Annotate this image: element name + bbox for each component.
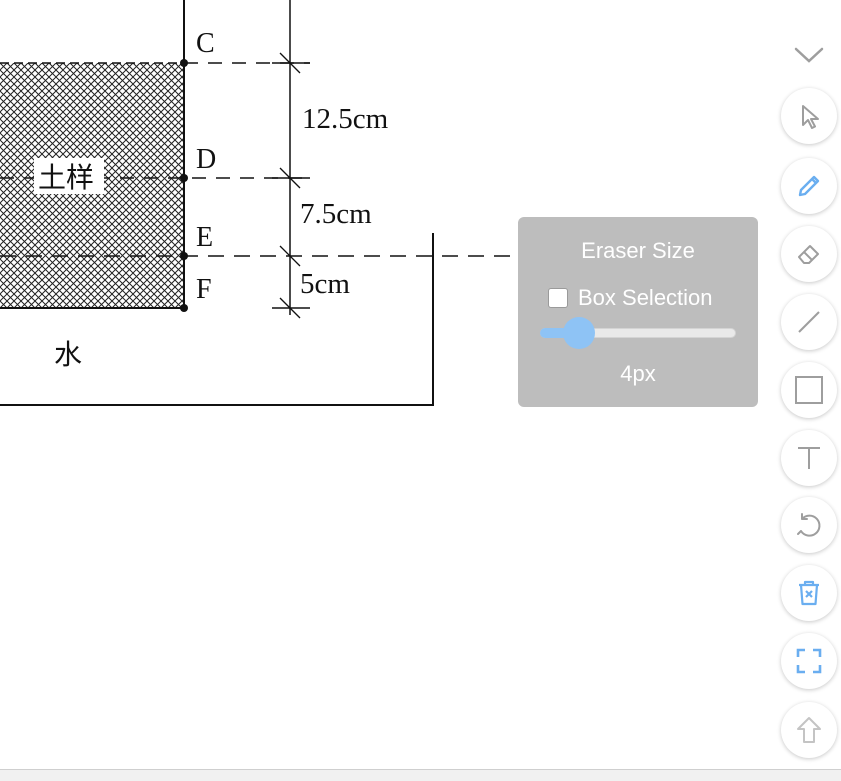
- dimension-de: 7.5cm: [300, 198, 372, 230]
- bottom-scrollbar[interactable]: [0, 769, 841, 781]
- arrow-up-icon: [797, 717, 821, 743]
- text-icon: [798, 447, 820, 469]
- select-tool-button[interactable]: [781, 88, 837, 144]
- line-icon: [798, 311, 820, 333]
- rotate-icon: [797, 513, 821, 537]
- slider-thumb[interactable]: [563, 317, 596, 349]
- eraser-tool-button[interactable]: [781, 226, 837, 282]
- upload-tool-button[interactable]: [781, 702, 837, 758]
- drawing-toolbar: [781, 0, 837, 770]
- point-label-e: E: [196, 222, 213, 253]
- eraser-size-panel: Eraser Size Box Selection 4px: [518, 217, 758, 407]
- rectangle-icon: [795, 376, 823, 404]
- water-label: 水: [54, 338, 82, 371]
- box-selection-checkbox[interactable]: [548, 288, 568, 308]
- dimension-ef: 5cm: [300, 268, 350, 300]
- eraser-size-slider[interactable]: [540, 317, 736, 349]
- text-tool-button[interactable]: [781, 430, 837, 486]
- box-selection-option[interactable]: Box Selection: [548, 285, 713, 310]
- eraser-size-title: Eraser Size: [581, 238, 695, 263]
- clear-tool-button[interactable]: [781, 565, 837, 621]
- pen-tool-button[interactable]: [781, 158, 837, 214]
- pencil-icon: [798, 175, 820, 197]
- dimension-cd: 12.5cm: [302, 103, 389, 135]
- trash-icon: [799, 580, 819, 606]
- box-selection-label: Box Selection: [578, 285, 713, 310]
- point-label-c: C: [196, 28, 215, 59]
- line-tool-button[interactable]: [781, 294, 837, 350]
- fullscreen-icon: [796, 648, 822, 674]
- point-label-d: D: [196, 144, 216, 175]
- undo-tool-button[interactable]: [781, 497, 837, 553]
- chevron-down-icon[interactable]: [789, 40, 829, 70]
- soil-sample-label: 土样: [38, 161, 94, 194]
- eraser-size-value: 4px: [620, 361, 656, 386]
- point-label-f: F: [196, 274, 212, 305]
- rectangle-tool-button[interactable]: [781, 362, 837, 418]
- eraser-icon: [798, 245, 819, 264]
- fullscreen-tool-button[interactable]: [781, 633, 837, 689]
- cursor-icon: [802, 105, 819, 129]
